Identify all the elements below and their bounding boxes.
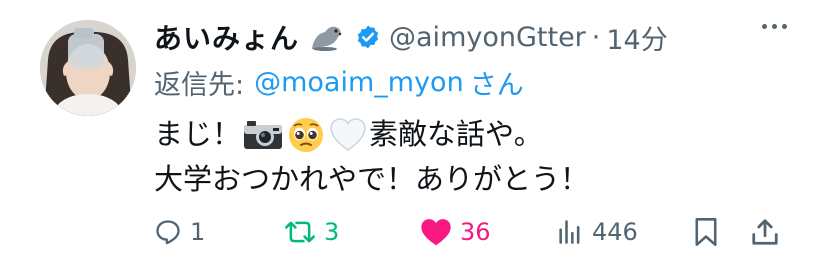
- reply-suffix: さん: [469, 69, 524, 101]
- seal-emoji-icon: [309, 22, 345, 52]
- separator-dot: ·: [591, 21, 601, 53]
- views-button[interactable]: 446: [556, 214, 638, 250]
- tweet-line-1: まじ！ 素敵な話や。: [154, 112, 589, 157]
- text-segment: 素敵な話や。: [369, 117, 543, 151]
- replying-to: 返信先: @moaim_myon さん: [154, 62, 524, 102]
- retweet-count: 3: [324, 218, 340, 246]
- pleading-face-emoji-icon: [287, 116, 325, 154]
- views-count: 446: [592, 218, 638, 246]
- text-segment: 大学おつかれやで！ありがとう！: [154, 162, 590, 196]
- reply-prefix: 返信先:: [154, 69, 245, 101]
- tweet-text: まじ！ 素敵な話や。 大学おつかれやで！ありがとう！: [154, 112, 589, 202]
- timestamp[interactable]: 14分: [606, 18, 667, 57]
- avatar[interactable]: [40, 20, 136, 116]
- user-handle[interactable]: @aimyonGtter: [389, 22, 586, 53]
- reply-icon: [156, 220, 180, 245]
- verified-badge-icon[interactable]: [355, 24, 381, 50]
- bookmark-button[interactable]: [692, 214, 720, 250]
- bookmark-icon: [695, 218, 717, 246]
- like-button[interactable]: 36: [420, 214, 491, 250]
- retweet-icon: [285, 221, 315, 243]
- reply-count: 1: [190, 218, 206, 246]
- share-icon: [752, 219, 778, 245]
- text-segment: まじ！: [154, 117, 242, 151]
- heart-icon: [421, 219, 451, 246]
- views-chart-icon: [559, 220, 580, 244]
- more-options-icon[interactable]: [762, 24, 787, 29]
- display-name[interactable]: あいみょん: [154, 17, 299, 57]
- action-bar: 1 3 36 446: [154, 214, 786, 250]
- camera-emoji-icon: [243, 119, 283, 151]
- tweet-header: あいみょん @aimyonGtter · 14分: [154, 14, 668, 60]
- reply-button[interactable]: 1: [154, 214, 205, 250]
- reply-to-handle-link[interactable]: @moaim_myon: [254, 67, 464, 98]
- share-button[interactable]: [750, 214, 780, 250]
- tweet-line-2: 大学おつかれやで！ありがとう！: [154, 157, 589, 202]
- like-count: 36: [460, 218, 491, 246]
- white-heart-emoji-icon: [329, 117, 367, 153]
- retweet-button[interactable]: 3: [284, 214, 339, 250]
